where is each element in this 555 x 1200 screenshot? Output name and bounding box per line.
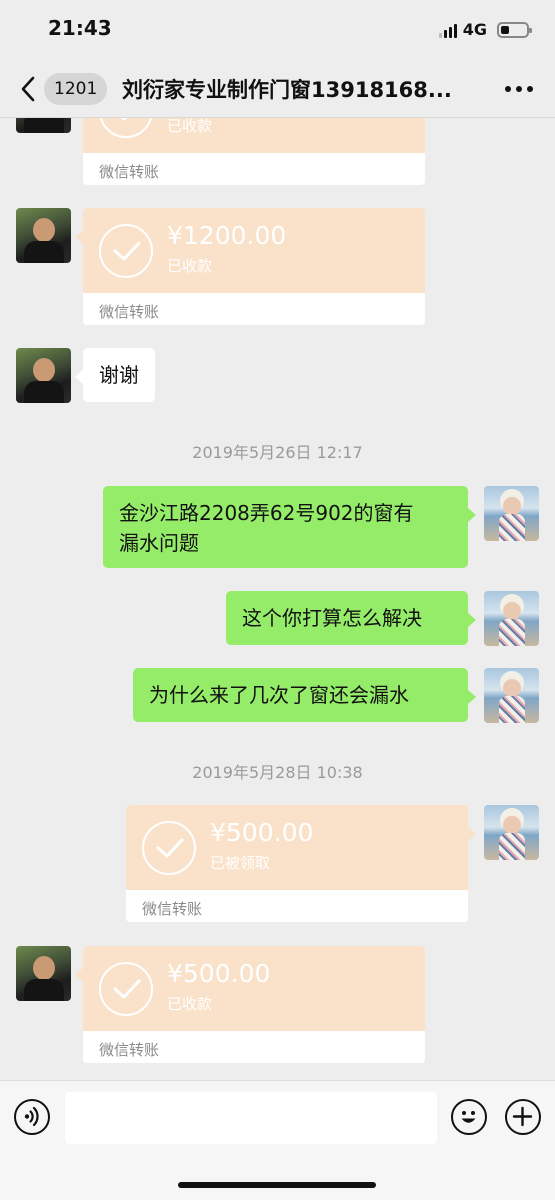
transfer-status: 已被领取 <box>210 854 271 872</box>
status-time: 21:43 <box>48 16 112 40</box>
avatar[interactable] <box>484 805 539 860</box>
battery-icon <box>497 21 532 38</box>
message-bubble[interactable]: 这个你打算怎么解决 <box>226 591 468 645</box>
plus-icon[interactable] <box>505 1099 541 1135</box>
check-icon <box>99 224 153 278</box>
message-list[interactable]: 已收款 微信转账 ¥1200.00 已收款 微信转账 谢谢 2019年5月26日… <box>0 118 555 1080</box>
more-dots-icon[interactable] <box>505 86 533 92</box>
timestamp: 2019年5月28日 10:38 <box>192 763 363 782</box>
status-bar: 21:43 4G <box>0 0 555 60</box>
input-bar <box>0 1080 555 1200</box>
avatar[interactable] <box>484 668 539 723</box>
transfer-card[interactable]: 已收款 微信转账 <box>83 118 425 185</box>
message-input[interactable] <box>65 1092 437 1144</box>
transfer-status: 已收款 <box>167 118 213 135</box>
transfer-amount: ¥500.00 <box>167 959 271 988</box>
avatar[interactable] <box>16 348 71 403</box>
network-type: 4G <box>462 20 487 39</box>
transfer-amount: ¥1200.00 <box>167 221 287 250</box>
transfer-card[interactable]: ¥500.00 已被领取 微信转账 <box>126 805 468 922</box>
chat-title: 刘衍家专业制作门窗13918168... <box>122 78 452 102</box>
signal-icon <box>438 22 457 38</box>
transfer-label: 微信转账 <box>99 163 160 181</box>
transfer-status: 已收款 <box>167 995 213 1013</box>
chevron-left-icon[interactable] <box>18 76 42 102</box>
avatar[interactable] <box>16 208 71 263</box>
home-indicator[interactable] <box>178 1182 376 1188</box>
avatar[interactable] <box>484 591 539 646</box>
transfer-card[interactable]: ¥1200.00 已收款 微信转账 <box>83 208 425 325</box>
transfer-status: 已收款 <box>167 257 213 275</box>
avatar[interactable] <box>484 486 539 541</box>
check-icon <box>99 962 153 1016</box>
message-bubble[interactable]: 金沙江路2208弄62号902的窗有 漏水问题 <box>103 486 468 568</box>
transfer-amount: ¥500.00 <box>210 818 314 847</box>
transfer-label: 微信转账 <box>99 303 160 321</box>
emoji-icon[interactable] <box>451 1099 487 1135</box>
unread-count-badge[interactable]: 1201 <box>44 73 108 105</box>
message-bubble[interactable]: 为什么来了几次了窗还会漏水 <box>133 668 468 722</box>
transfer-card[interactable]: ¥500.00 已收款 微信转账 <box>83 946 425 1063</box>
message-bubble[interactable]: 谢谢 <box>83 348 155 402</box>
check-icon <box>142 821 196 875</box>
voice-icon[interactable] <box>14 1099 50 1135</box>
transfer-label: 微信转账 <box>99 1041 160 1059</box>
avatar[interactable] <box>16 118 71 133</box>
transfer-label: 微信转账 <box>142 900 203 918</box>
timestamp: 2019年5月26日 12:17 <box>192 443 363 462</box>
avatar[interactable] <box>16 946 71 1001</box>
nav-bar: 1201 刘衍家专业制作门窗13918168... <box>0 60 555 118</box>
status-indicators: 4G <box>438 20 532 39</box>
